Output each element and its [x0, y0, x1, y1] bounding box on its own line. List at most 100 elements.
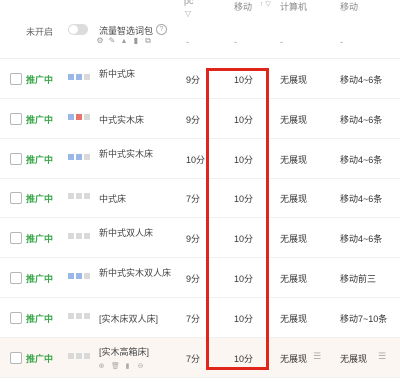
quality-square	[76, 353, 82, 359]
quality-square	[84, 313, 90, 319]
dash-cell: -	[280, 37, 283, 47]
mobile-rank: 移动4~6条	[340, 115, 383, 125]
pc-score: 7分	[186, 354, 201, 364]
pc-score: 9分	[186, 274, 201, 284]
row-checkbox[interactable]	[10, 232, 22, 244]
bar-icon[interactable]: ▮	[132, 37, 140, 45]
keyword-name[interactable]: 新中式实木床	[99, 147, 153, 160]
keyword-name[interactable]: 中式实木床	[99, 113, 144, 126]
row-checkbox[interactable]	[10, 192, 22, 204]
copy-icon[interactable]: ⧉	[144, 37, 152, 45]
row-checkbox[interactable]	[10, 113, 22, 125]
edit-icon[interactable]: ✎	[108, 37, 116, 45]
row-checkbox[interactable]	[10, 153, 22, 165]
status-header-label: 未开启	[26, 27, 54, 37]
status-text: 推广中	[26, 75, 54, 85]
quality-square	[68, 154, 74, 160]
row-checkbox[interactable]	[10, 352, 22, 364]
help-icon[interactable]: ?	[156, 24, 167, 35]
mobile-rank-header: 移动	[340, 2, 359, 12]
keyword-name[interactable]: 新中式双人床	[99, 226, 153, 239]
computer-rank: 无展现	[280, 354, 308, 364]
quality-square	[84, 154, 90, 160]
target-icon[interactable]: ⊕	[98, 363, 105, 370]
right-table-header: pc ▽ 移动 ↑ ▽ 计算机 移动 - - - -	[184, 0, 400, 59]
computer-rank: 无展现	[280, 115, 308, 125]
pc-score-header: pc	[184, 0, 194, 6]
status-text: 推广中	[26, 274, 54, 284]
keyword-row: 推广中 新中式双人床	[0, 218, 184, 258]
status-text: 推广中	[26, 314, 54, 324]
quality-square	[76, 233, 82, 239]
status-text: 推广中	[26, 115, 54, 125]
mobile-rank: 移动4~6条	[340, 75, 383, 85]
quality-square	[76, 114, 82, 120]
quality-square	[76, 313, 82, 319]
computer-rank: 无展现	[280, 194, 308, 204]
keyword-name[interactable]: 中式床	[99, 192, 126, 205]
row-checkbox[interactable]	[10, 312, 22, 324]
quality-square	[84, 114, 90, 120]
quality-square	[68, 114, 74, 120]
pc-score: 10分	[186, 155, 206, 165]
keyword-name[interactable]: [实木高箱床]	[99, 345, 149, 358]
quality-square	[76, 273, 82, 279]
mobile-rank: 移动4~6条	[340, 155, 383, 165]
quality-square	[76, 154, 82, 160]
keyword-name[interactable]: 新中式实木双人床	[99, 266, 171, 279]
filter-icon[interactable]: ☰	[313, 351, 321, 362]
status-text: 推广中	[26, 234, 54, 244]
computer-rank-header: 计算机	[280, 2, 308, 12]
quality-square	[76, 193, 82, 199]
computer-rank: 无展现	[280, 274, 308, 284]
chart-icon[interactable]: ▴	[120, 37, 128, 45]
filter-icon[interactable]: ☰	[378, 351, 386, 362]
keyword-row: 推广中 新中式床	[0, 59, 184, 99]
pc-score: 9分	[186, 115, 201, 125]
gear-icon[interactable]: ⚙	[96, 37, 104, 45]
row-tools: ⊕ 🗑 ▮ ⊖	[98, 363, 144, 370]
row-checkbox[interactable]	[10, 272, 22, 284]
quality-square	[84, 74, 90, 80]
quality-square	[84, 193, 90, 199]
quality-square	[68, 74, 74, 80]
computer-rank: 无展现	[280, 155, 308, 165]
quality-square	[68, 353, 74, 359]
status-text: 推广中	[26, 194, 54, 204]
quality-square	[68, 273, 74, 279]
quality-square	[84, 273, 90, 279]
traffic-pack-toggle[interactable]	[68, 24, 88, 35]
keyword-name[interactable]: [实木床双人床]	[99, 312, 158, 325]
dash-cell: -	[340, 37, 343, 47]
mobile-rank: 移动7~10条	[340, 314, 388, 324]
keyword-row: 推广中 中式床	[0, 178, 184, 218]
dash-cell: -	[186, 37, 189, 47]
quality-square	[68, 233, 74, 239]
row-checkbox[interactable]	[10, 73, 22, 85]
quality-square	[68, 193, 74, 199]
computer-rank: 无展现	[280, 234, 308, 244]
zoom-out-icon[interactable]: ⊖	[137, 363, 144, 370]
mobile-score-header[interactable]: 移动	[234, 0, 252, 13]
pc-score: 9分	[186, 75, 201, 85]
sort-filter-icon[interactable]: ↑ ▽	[260, 0, 271, 8]
mobile-rank: 移动4~6条	[340, 194, 383, 204]
pack-tools: ⚙ ✎ ▴ ▮ ⧉	[96, 37, 152, 45]
keyword-row: 推广中 新中式实木床	[0, 139, 184, 179]
mobile-score-highlight-box	[206, 68, 269, 370]
pc-score: 7分	[186, 314, 201, 324]
filter-icon[interactable]: ▽	[185, 9, 191, 18]
status-text: 推广中	[26, 354, 54, 364]
mobile-rank: 移动4~6条	[340, 234, 383, 244]
left-table-header: 未开启 流量智选词包 ? ⚙ ✎ ▴ ▮ ⧉	[0, 0, 184, 59]
keyword-name-pane: 未开启 流量智选词包 ? ⚙ ✎ ▴ ▮ ⧉ 推广中 新中式床 推广中 中式实木床 推广…	[0, 0, 185, 382]
delete-icon[interactable]: 🗑	[111, 363, 120, 370]
mobile-rank: 移动前三	[340, 274, 377, 284]
keyword-row: 推广中 新中式实木双人床	[0, 258, 184, 298]
chart-icon[interactable]: ▮	[124, 363, 131, 370]
pc-score: 7分	[186, 194, 201, 204]
keyword-row: 推广中 中式实木床	[0, 99, 184, 139]
quality-square	[84, 353, 90, 359]
keyword-name[interactable]: 新中式床	[99, 67, 135, 80]
computer-rank: 无展现	[280, 314, 308, 324]
